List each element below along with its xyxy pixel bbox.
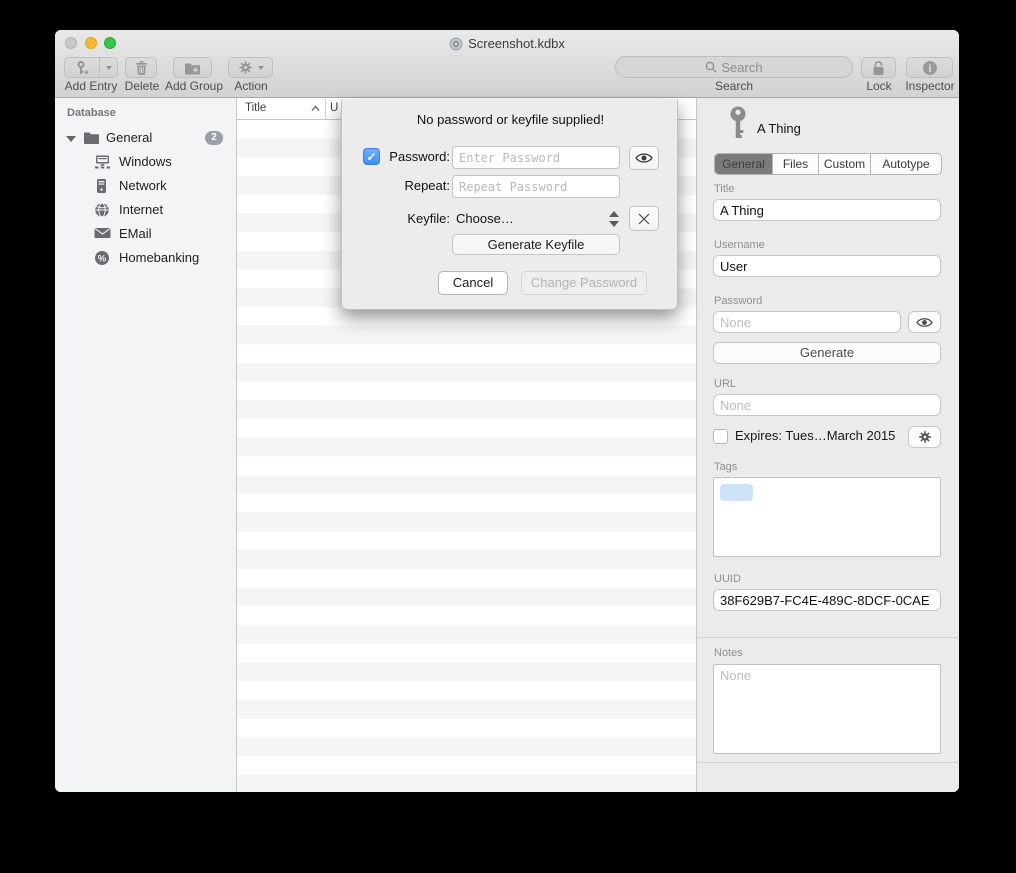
- delete-label: Delete: [121, 79, 163, 93]
- action-label: Action: [227, 79, 275, 93]
- inspector-label: Inspector: [894, 79, 959, 93]
- tab-autotype[interactable]: Autotype: [871, 154, 941, 174]
- sidebar-item-internet[interactable]: Internet: [55, 198, 237, 222]
- change-password-button[interactable]: Change Password: [521, 271, 647, 295]
- server-icon: [94, 178, 109, 199]
- divider: [697, 637, 959, 638]
- sidebar-item-homebanking[interactable]: % Homebanking: [55, 246, 237, 270]
- username-field-label: Username: [714, 239, 765, 251]
- column-header-title[interactable]: Title: [245, 102, 266, 114]
- dialog-repeat-input[interactable]: [452, 175, 620, 198]
- title-field[interactable]: [713, 199, 941, 221]
- url-field-label: URL: [714, 378, 736, 390]
- globe-icon: [94, 202, 110, 223]
- password-field-label: Password: [714, 295, 762, 307]
- notes-field-label: Notes: [714, 647, 743, 659]
- eye-icon: [916, 317, 933, 328]
- action-button[interactable]: [228, 57, 273, 78]
- uuid-field-label: UUID: [714, 573, 741, 585]
- document-proxy-icon: [449, 37, 463, 56]
- add-entry-label: Add Entry: [57, 79, 125, 93]
- tab-files[interactable]: Files: [773, 154, 819, 174]
- clear-keyfile-button[interactable]: [629, 206, 659, 231]
- key-plus-icon: [65, 58, 99, 77]
- app-window: Screenshot.kdbx Add Entry Delete Add Gro…: [55, 30, 959, 792]
- trash-icon: [135, 60, 148, 75]
- dialog-repeat-label: Repeat:: [362, 178, 450, 193]
- chevron-down-icon: [258, 66, 264, 70]
- group-sidebar: Database General 2 Windows Network: [55, 98, 237, 792]
- entry-title: A Thing: [757, 121, 801, 136]
- tab-custom[interactable]: Custom: [819, 154, 871, 174]
- dialog-password-label: Password:: [362, 149, 450, 164]
- notes-field[interactable]: [713, 664, 941, 754]
- cancel-button[interactable]: Cancel: [438, 271, 508, 295]
- tab-general[interactable]: General: [715, 154, 773, 174]
- column-header-username[interactable]: U: [330, 102, 338, 114]
- uuid-field[interactable]: [713, 589, 941, 611]
- add-group-label: Add Group: [163, 79, 225, 93]
- add-group-button[interactable]: [173, 57, 212, 78]
- dialog-reveal-password-button[interactable]: [629, 146, 659, 170]
- inspector-button[interactable]: i: [906, 57, 953, 78]
- column-divider[interactable]: [325, 98, 326, 120]
- url-field[interactable]: [713, 394, 941, 416]
- folder-plus-icon: [184, 61, 201, 75]
- envelope-icon: [94, 226, 111, 245]
- tags-box[interactable]: [713, 477, 941, 557]
- svg-text:%: %: [98, 253, 107, 264]
- eye-icon: [635, 152, 653, 164]
- generate-keyfile-button[interactable]: Generate Keyfile: [452, 234, 620, 255]
- keyfile-popup[interactable]: Choose…: [456, 211, 514, 226]
- gear-icon: [918, 430, 932, 444]
- chevron-down-icon: [106, 66, 112, 70]
- sidebar-item-email[interactable]: EMail: [55, 222, 237, 246]
- lock-open-icon: [871, 60, 886, 76]
- inspector-tabs: General Files Custom Autotype: [714, 153, 942, 175]
- dialog-keyfile-label: Keyfile:: [362, 211, 450, 226]
- windows-icon: [94, 154, 111, 175]
- lock-button[interactable]: [861, 57, 896, 78]
- search-input[interactable]: Search: [615, 56, 853, 78]
- sidebar-header: Database: [67, 107, 116, 119]
- disclosure-triangle-icon[interactable]: [66, 136, 76, 142]
- folder-icon: [83, 130, 100, 150]
- search-label: Search: [615, 79, 853, 93]
- titlebar-toolbar: Screenshot.kdbx Add Entry Delete Add Gro…: [55, 30, 959, 98]
- delete-button[interactable]: [125, 57, 157, 78]
- expires-label: Expires: Tues…March 2015: [735, 428, 895, 443]
- popup-stepper-icon[interactable]: [609, 210, 619, 230]
- add-entry-dropdown[interactable]: [100, 58, 117, 77]
- window-title-area: Screenshot.kdbx: [55, 35, 959, 56]
- tag-token[interactable]: [720, 484, 753, 501]
- close-x-icon: [638, 213, 650, 225]
- search-placeholder: Search: [721, 60, 762, 75]
- percent-icon: %: [94, 250, 110, 271]
- dialog-password-input[interactable]: [452, 146, 620, 169]
- title-field-label: Title: [714, 183, 734, 195]
- gear-icon: [238, 60, 253, 75]
- divider: [697, 762, 959, 763]
- username-field[interactable]: [713, 255, 941, 277]
- svg-text:i: i: [928, 63, 931, 75]
- search-icon: [705, 61, 717, 73]
- key-icon: [727, 106, 749, 147]
- sidebar-item-general[interactable]: General 2: [55, 126, 237, 150]
- change-password-dialog: No password or keyfile supplied! ✓ Passw…: [341, 100, 678, 310]
- generate-password-button[interactable]: Generate: [713, 342, 941, 364]
- sidebar-item-network[interactable]: Network: [55, 174, 237, 198]
- tags-field-label: Tags: [714, 461, 737, 473]
- add-entry-button[interactable]: [64, 57, 118, 78]
- inspector-panel: A Thing General Files Custom Autotype Ti…: [697, 98, 959, 792]
- password-field[interactable]: [713, 311, 901, 333]
- info-icon: i: [922, 60, 938, 76]
- dialog-message: No password or keyfile supplied!: [342, 112, 679, 127]
- expires-settings-button[interactable]: [908, 426, 941, 448]
- count-badge: 2: [205, 131, 223, 145]
- sort-ascending-icon: [311, 105, 320, 112]
- window-title: Screenshot.kdbx: [468, 36, 565, 51]
- expires-checkbox[interactable]: [713, 429, 728, 444]
- sidebar-item-windows[interactable]: Windows: [55, 150, 237, 174]
- reveal-password-button[interactable]: [908, 311, 941, 333]
